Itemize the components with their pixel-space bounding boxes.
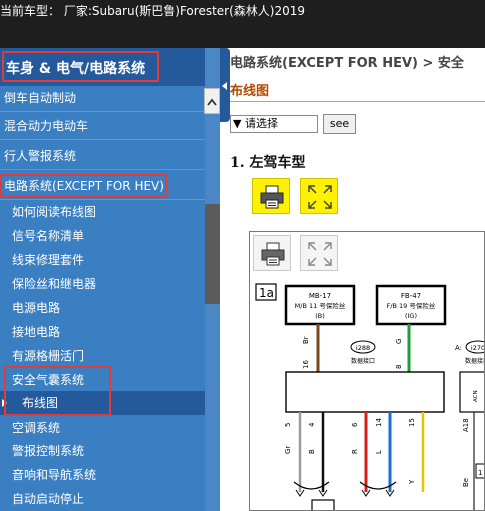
connector-i270-label: 数据接口	[465, 357, 485, 365]
print-icon	[260, 185, 284, 209]
connector-i288-label: 数据接口	[351, 357, 375, 365]
sidebar-item-wiring-diagram[interactable]: 布线图	[0, 391, 205, 415]
sidebar-item-hybrid[interactable]: 混合动力电动车	[0, 114, 205, 138]
main-content: 电路系统(EXCEPT FOR HEV) > 安全 布线图 ▼ 请选择 see …	[230, 48, 485, 511]
pin-a18: A18	[462, 418, 470, 432]
diagram-select[interactable]: ▼ 请选择	[230, 115, 318, 133]
wire-label-br: Br	[302, 336, 310, 344]
bottom-connector	[311, 499, 335, 510]
sidebar-item-airbag-system[interactable]: 安全气囊系统	[0, 368, 205, 392]
sidebar-item-label: 线束修理套件	[12, 253, 85, 267]
sidebar-item-signal-list[interactable]: 信号名称清单	[0, 224, 205, 248]
fuse-right-line3: (IG)	[405, 312, 417, 320]
sidebar-item-alarm-control[interactable]: 警报控制系统	[0, 439, 205, 463]
pin-15: 15	[408, 418, 416, 427]
connector-i270-prefix: A:	[455, 344, 462, 352]
sidebar-item-power-circuit[interactable]: 电源电路	[0, 296, 205, 320]
pin-14: 14	[375, 418, 383, 427]
breadcrumb: 电路系统(EXCEPT FOR HEV) > 安全	[230, 56, 464, 71]
see-button[interactable]: see	[323, 114, 356, 134]
fullscreen-button[interactable]	[300, 178, 338, 214]
pin-6: 6	[351, 422, 359, 427]
sidebar-item-label: 电源电路	[12, 301, 61, 315]
fuse-left-line2: M/B 11 号保险丝	[295, 301, 346, 310]
chevron-up-icon	[207, 98, 217, 106]
sidebar-item-label: 空调系统	[12, 421, 61, 435]
airbag-control-unit	[285, 371, 445, 413]
fuse-right-line1: FB-47	[401, 292, 421, 300]
sidebar-item-harness-repair[interactable]: 线束修理套件	[0, 248, 205, 272]
sidebar-item-how-to-read[interactable]: 如何阅读布线图	[0, 200, 205, 224]
current-model-text: 当前车型： 厂家:Subaru(斯巴鲁)Forester(森林人)2019	[0, 4, 305, 18]
sidebar-item-pedestrian-alert[interactable]: 行人警报系统	[0, 144, 205, 168]
wire-label-r: R	[351, 449, 359, 454]
fuse-left-line1: MB-17	[309, 292, 331, 300]
divider	[0, 111, 205, 112]
top-bar: 当前车型： 厂家:Subaru(斯巴鲁)Forester(森林人)2019	[0, 0, 485, 48]
sidebar: 车身 & 电气/电路系统 倒车自动制动 混合动力电动车 行人警报系统 电路系统(…	[0, 48, 220, 511]
sidebar-item-audio-nav[interactable]: 音响和导航系统	[0, 463, 205, 487]
sidebar-item-label: 倒车自动制动	[4, 91, 77, 105]
pin-4: 4	[308, 422, 316, 427]
fuse-right-line2: F/B 19 号保险丝	[387, 301, 436, 310]
sidebar-item-label: 警报控制系统	[12, 444, 85, 458]
sidebar-header[interactable]: 车身 & 电气/电路系统	[0, 48, 205, 86]
sidebar-item-label: 信号名称清单	[12, 229, 85, 243]
chevron-left-icon	[222, 82, 227, 90]
sidebar-item-ground-circuit[interactable]: 接地电路	[0, 320, 205, 344]
divider	[0, 139, 205, 140]
sidebar-item-active-grille[interactable]: 有源格栅活门	[0, 344, 205, 368]
scroll-up-button[interactable]	[204, 88, 220, 114]
selected-marker-icon	[2, 399, 7, 407]
fuse-left-line3: (B)	[315, 312, 325, 320]
wire-label-gr: Gr	[284, 446, 292, 454]
sidebar-item-label: 音响和导航系统	[12, 468, 97, 482]
sidebar-item-label: 电路系统(EXCEPT FOR HEV)	[4, 179, 164, 193]
wiring-diagram: 1a MB-17 M/B 11 号保险丝 (B) FB-47 F/B 19 号保…	[255, 283, 485, 510]
sidebar-item-label: 行人警报系统	[4, 149, 77, 163]
title-underline	[230, 101, 485, 102]
wire-label-b: B	[308, 449, 316, 454]
pin-8: 8	[395, 365, 403, 369]
sidebar-item-label: 接地电路	[12, 325, 61, 339]
sidebar-item-auto-start-stop[interactable]: 自动启动停止	[0, 487, 205, 511]
fullscreen-icon	[308, 185, 332, 209]
connector-i288-id: i288	[356, 344, 370, 352]
sidebar-item-label: 保险丝和继电器	[12, 277, 97, 291]
wiring-diagram-panel: 1a MB-17 M/B 11 号保险丝 (B) FB-47 F/B 19 号保…	[249, 231, 485, 511]
right-small-text: 1	[478, 469, 482, 477]
sidebar-item-label: 如何阅读布线图	[12, 205, 97, 219]
right-component-label: ACN	[473, 390, 479, 402]
sidebar-item-fuses-relays[interactable]: 保险丝和继电器	[0, 272, 205, 296]
sidebar-item-electrical-system[interactable]: 电路系统(EXCEPT FOR HEV)	[0, 174, 205, 198]
section-heading: 1. 左驾车型	[230, 155, 306, 171]
print-button[interactable]	[252, 178, 290, 214]
sidebar-item-label: 混合动力电动车	[4, 119, 89, 133]
sidebar-scrollbar-thumb[interactable]	[205, 204, 220, 304]
wire-label-y: Y	[408, 479, 416, 485]
sidebar-header-label: 车身 & 电气/电路系统	[6, 61, 146, 77]
pin-16: 16	[302, 360, 310, 369]
sidebar-item-label: 安全气囊系统	[12, 373, 85, 387]
sidebar-item-reverse-auto-brake[interactable]: 倒车自动制动	[0, 86, 205, 110]
divider	[0, 169, 205, 170]
wire-label-l: L	[375, 450, 383, 454]
select-value: ▼ 请选择	[233, 117, 278, 130]
sidebar-collapse-tab[interactable]	[220, 48, 230, 122]
diagram-tag: 1a	[259, 286, 274, 300]
sidebar-item-label: 有源格栅活门	[12, 349, 85, 363]
wire-label-g: G	[395, 339, 403, 344]
page-title: 布线图	[230, 84, 270, 99]
sidebar-item-ac-system[interactable]: 空调系统	[0, 416, 205, 440]
connector-i270-id: i270	[471, 344, 485, 352]
sidebar-item-label: 布线图	[22, 396, 59, 410]
sidebar-item-label: 自动启动停止	[12, 492, 85, 506]
pin-5: 5	[284, 423, 292, 427]
wire-label-be: Be	[462, 478, 470, 487]
